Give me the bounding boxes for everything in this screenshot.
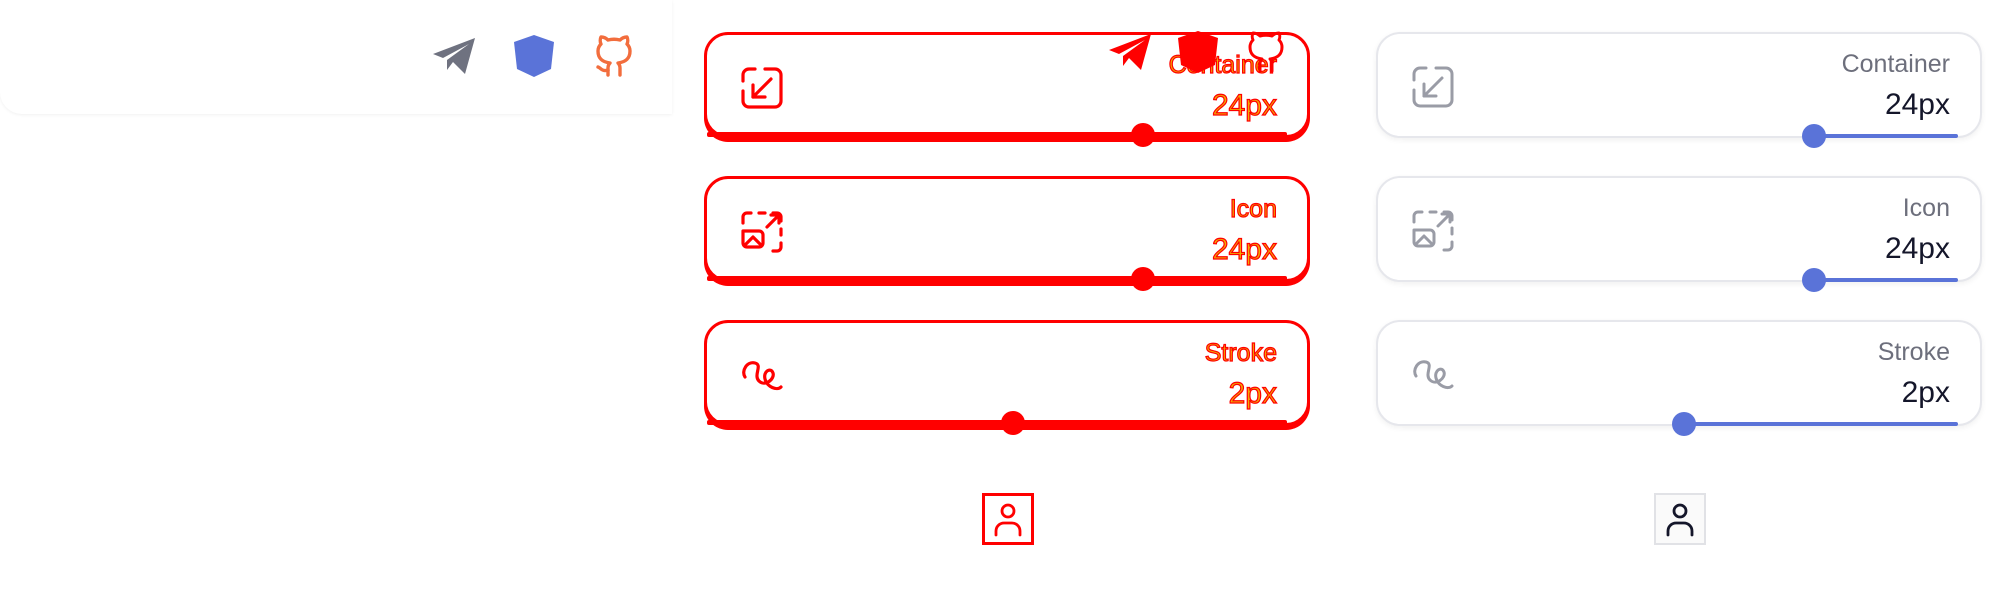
container-size-card: Container 24px bbox=[1376, 32, 1982, 148]
header-icons bbox=[428, 30, 640, 82]
arrow-down-left-square-icon bbox=[739, 65, 785, 111]
stroke-label: Stroke bbox=[1204, 338, 1277, 367]
user-icon bbox=[994, 503, 1022, 537]
container-value: 24px bbox=[1211, 88, 1277, 122]
icon-slider-thumb[interactable] bbox=[1802, 268, 1826, 292]
left-panel bbox=[0, 0, 672, 114]
icon-size-card: Icon 24px bbox=[704, 176, 1310, 291]
icon-slider-track[interactable] bbox=[707, 276, 1287, 281]
icon-label: Icon bbox=[1902, 194, 1950, 222]
container-slider-thumb[interactable] bbox=[1802, 124, 1826, 148]
overlay-panel: Container 24px Icon 24px Stroke 2px bbox=[672, 0, 1344, 608]
user-icon bbox=[1666, 503, 1694, 537]
stroke-slider-thumb[interactable] bbox=[1001, 411, 1025, 435]
container-value: 24px bbox=[1884, 88, 1950, 121]
overlay-header-icons bbox=[1104, 26, 1292, 78]
github-icon[interactable] bbox=[588, 30, 640, 82]
controls-panel: Container 24px Icon 24px Stroke 2px bbox=[1344, 0, 2016, 608]
container-slider-track[interactable] bbox=[1814, 134, 1958, 138]
stroke-value: 2px bbox=[1901, 376, 1950, 409]
icon-value: 24px bbox=[1211, 232, 1277, 266]
container-slider-thumb[interactable] bbox=[1131, 123, 1155, 147]
container-slider-track[interactable] bbox=[707, 132, 1287, 137]
stroke-slider-thumb[interactable] bbox=[1672, 412, 1696, 436]
icon-value: 24px bbox=[1884, 232, 1950, 265]
icon-size-card: Icon 24px bbox=[1376, 176, 1982, 292]
container-label: Container bbox=[1841, 50, 1950, 78]
squiggle-stroke-icon bbox=[739, 353, 785, 399]
stroke-label: Stroke bbox=[1877, 338, 1950, 366]
stroke-size-card: Stroke 2px bbox=[704, 320, 1310, 435]
icon-slider-thumb[interactable] bbox=[1131, 267, 1155, 291]
icon-slider-track[interactable] bbox=[1814, 278, 1958, 282]
image-resize-icon bbox=[1410, 208, 1456, 254]
icon-label: Icon bbox=[1229, 194, 1277, 223]
squiggle-stroke-icon bbox=[1410, 352, 1456, 398]
arrow-down-left-square-icon bbox=[1410, 64, 1456, 110]
preview-avatar-button[interactable] bbox=[982, 493, 1034, 545]
telegram-icon[interactable] bbox=[428, 30, 480, 82]
stroke-slider-track[interactable] bbox=[1684, 422, 1958, 426]
image-resize-icon bbox=[739, 209, 785, 255]
stroke-size-card: Stroke 2px bbox=[1376, 320, 1982, 436]
shield-cube-icon[interactable] bbox=[1172, 26, 1224, 78]
preview-avatar-button[interactable] bbox=[1654, 493, 1706, 545]
stroke-value: 2px bbox=[1228, 376, 1278, 410]
stroke-slider-track[interactable] bbox=[707, 420, 1287, 425]
telegram-icon[interactable] bbox=[1104, 26, 1156, 78]
github-icon[interactable] bbox=[1240, 26, 1292, 78]
shield-cube-icon[interactable] bbox=[508, 30, 560, 82]
